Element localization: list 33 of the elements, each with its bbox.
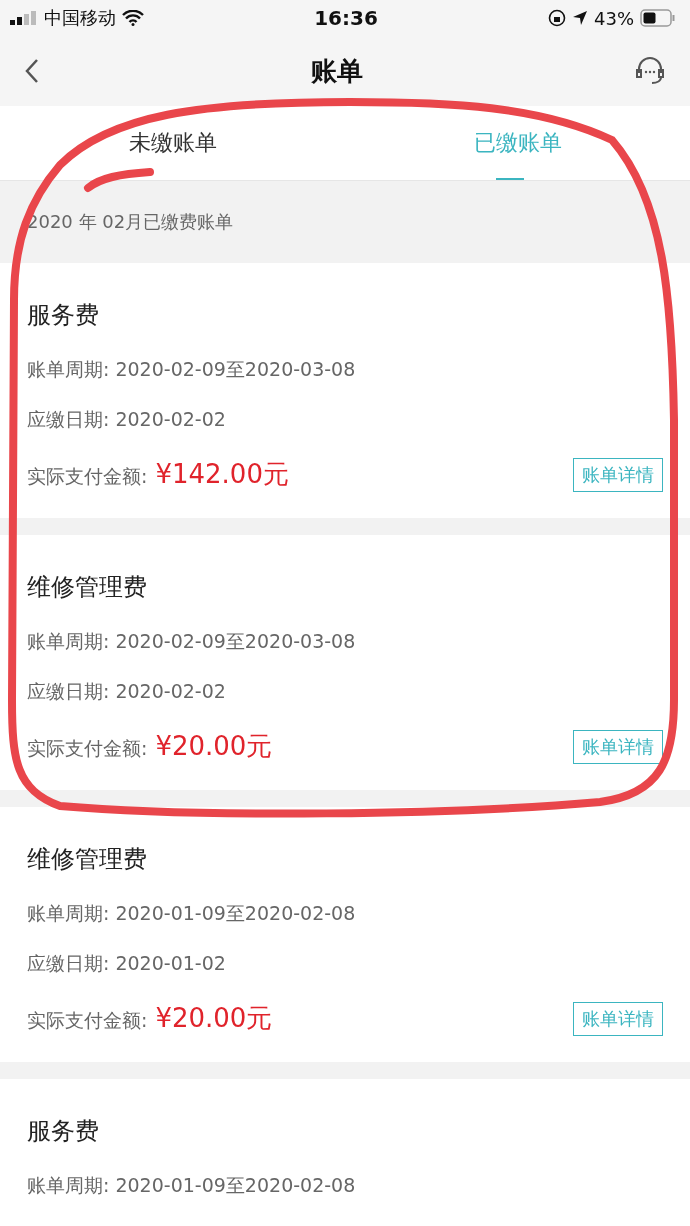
paid-amount: ¥142.00元 (155, 458, 289, 491)
paid-amount: ¥20.00元 (155, 1002, 273, 1035)
bill-details-button[interactable]: 账单详情 (573, 457, 663, 492)
due-date: 应缴日期: 2020-02-02 (27, 679, 227, 704)
signal-icon (10, 11, 38, 25)
tab[interactable]: 未缴账单 (0, 106, 345, 180)
battery-icon (640, 9, 676, 27)
due-date: 应缴日期: 2020-01-02 (27, 951, 227, 976)
rotation-lock-icon (548, 9, 566, 27)
paid-amount-label: 实际支付金额: (27, 464, 148, 489)
page-title: 账单 (311, 54, 363, 88)
tab[interactable]: 已缴账单 (345, 106, 690, 180)
headset-icon[interactable] (634, 55, 666, 87)
clock-time: 16:36 (314, 6, 378, 30)
bill-period: 账单周期: 2020-02-09至2020-03-08 (27, 629, 357, 654)
bill-period: 账单周期: 2020-01-09至2020-02-08 (27, 901, 357, 926)
bill-title: 服务费 (27, 300, 100, 331)
location-arrow-icon (572, 10, 588, 26)
due-date: 应缴日期: 2020-02-02 (27, 407, 227, 432)
bill-title: 维修管理费 (27, 844, 148, 875)
bill-details-button[interactable]: 账单详情 (573, 1001, 663, 1036)
paid-amount-label: 实际支付金额: (27, 736, 148, 761)
carrier-name: 中国移动 (44, 6, 116, 30)
bill-title: 维修管理费 (27, 572, 148, 603)
wifi-icon (122, 10, 144, 26)
paid-amount-label: 实际支付金额: (27, 1008, 148, 1033)
bill-details-button[interactable]: 账单详情 (573, 729, 663, 764)
bill-period: 账单周期: 2020-02-09至2020-03-08 (27, 357, 357, 382)
bill-period: 账单周期: 2020-01-09至2020-02-08 (27, 1173, 357, 1198)
battery-percent: 43% (594, 7, 634, 29)
back-button[interactable] (24, 58, 40, 84)
paid-amount: ¥20.00元 (155, 730, 273, 763)
bill-title: 服务费 (27, 1116, 100, 1147)
